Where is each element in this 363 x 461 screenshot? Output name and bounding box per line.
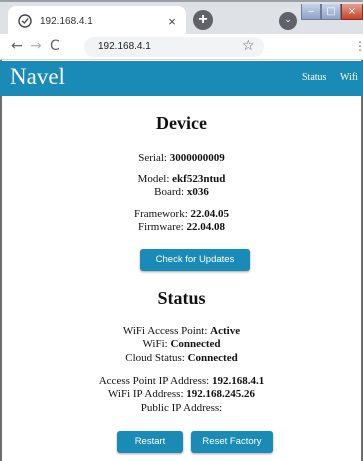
public-ip-label: Public IP Address: (140, 402, 223, 414)
access-point-label: WiFi Access Point: (122, 325, 211, 337)
new-tab-icon[interactable]: + (193, 10, 213, 30)
cloud-status-row: Cloud Status: Connected (0, 352, 363, 365)
cloud-status-value: Connected (187, 352, 238, 364)
browser-menu-icon[interactable]: ⋮ (354, 39, 363, 53)
board-label: Board: (154, 186, 187, 198)
model-row: Model: ekf523ntud (0, 173, 363, 186)
browser-tab[interactable]: 192.168.4.1 × (8, 6, 186, 36)
wifi-ip-value: 192.168.245.26 (186, 388, 256, 400)
framework-label: Framework: (133, 208, 191, 220)
nav-link-wifi[interactable]: Wifi (340, 72, 358, 83)
wifi-label: WiFi: (142, 338, 171, 350)
framework-row: Framework: 22.04.05 (0, 208, 363, 221)
minimize-icon[interactable]: ‒ (301, 4, 321, 20)
site-header: Navel Status Wifi (0, 61, 363, 96)
window-close-icon[interactable]: × (341, 4, 363, 20)
serial-row: Serial: 3000000009 (0, 152, 363, 165)
ap-ip-value: 192.168.4.1 (212, 375, 265, 387)
bookmark-star-icon[interactable]: ☆ (242, 38, 255, 54)
model-label: Model: (137, 173, 173, 185)
firmware-value: 22.04.08 (186, 221, 226, 233)
browser-tab-strip: 192.168.4.1 × + ⌄ ‒ □ × (0, 0, 363, 36)
board-value: x036 (186, 186, 209, 198)
tab-title: 192.168.4.1 (40, 15, 93, 27)
globe-icon (18, 14, 32, 28)
forward-icon[interactable]: → (30, 38, 42, 54)
cloud-status-label: Cloud Status: (125, 352, 188, 364)
framework-value: 22.04.05 (190, 208, 230, 220)
public-ip-row: Public IP Address: (0, 402, 363, 415)
wifi-value: Connected (170, 338, 221, 350)
reset-factory-button[interactable]: Reset Factory (191, 431, 273, 453)
ap-ip-row: Access Point IP Address: 192.168.4.1 (0, 375, 363, 388)
board-row: Board: x036 (0, 186, 363, 199)
device-heading: Device (156, 113, 207, 133)
maximize-icon[interactable]: □ (321, 4, 341, 20)
reload-icon[interactable]: C (50, 38, 60, 54)
brand-logo[interactable]: Navel (10, 64, 65, 90)
close-tab-icon[interactable]: × (164, 14, 180, 29)
access-point-value: Active (210, 325, 241, 337)
back-icon[interactable]: ← (11, 38, 23, 54)
access-point-row: WiFi Access Point: Active (0, 325, 363, 338)
browser-toolbar: ← → C 192.168.4.1 ☆ ⋮ (0, 34, 363, 60)
serial-label: Serial: (138, 152, 170, 164)
firmware-label: Firmware: (137, 221, 187, 233)
model-value: ekf523ntud (172, 173, 226, 185)
status-heading: Status (157, 288, 206, 308)
firmware-row: Firmware: 22.04.08 (0, 221, 363, 234)
tab-search-icon[interactable]: ⌄ (279, 12, 297, 30)
nav-link-status[interactable]: Status (302, 72, 326, 83)
ap-ip-label: Access Point IP Address: (98, 375, 212, 387)
restart-button[interactable]: Restart (117, 431, 183, 453)
address-bar[interactable]: 192.168.4.1 (84, 37, 264, 57)
wifi-ip-label: WiFi IP Address: (107, 388, 187, 400)
check-updates-button[interactable]: Check for Updates (140, 249, 250, 271)
serial-value: 3000000009 (169, 152, 225, 164)
wifi-row: WiFi: Connected (0, 338, 363, 351)
wifi-ip-row: WiFi IP Address: 192.168.245.26 (0, 388, 363, 401)
